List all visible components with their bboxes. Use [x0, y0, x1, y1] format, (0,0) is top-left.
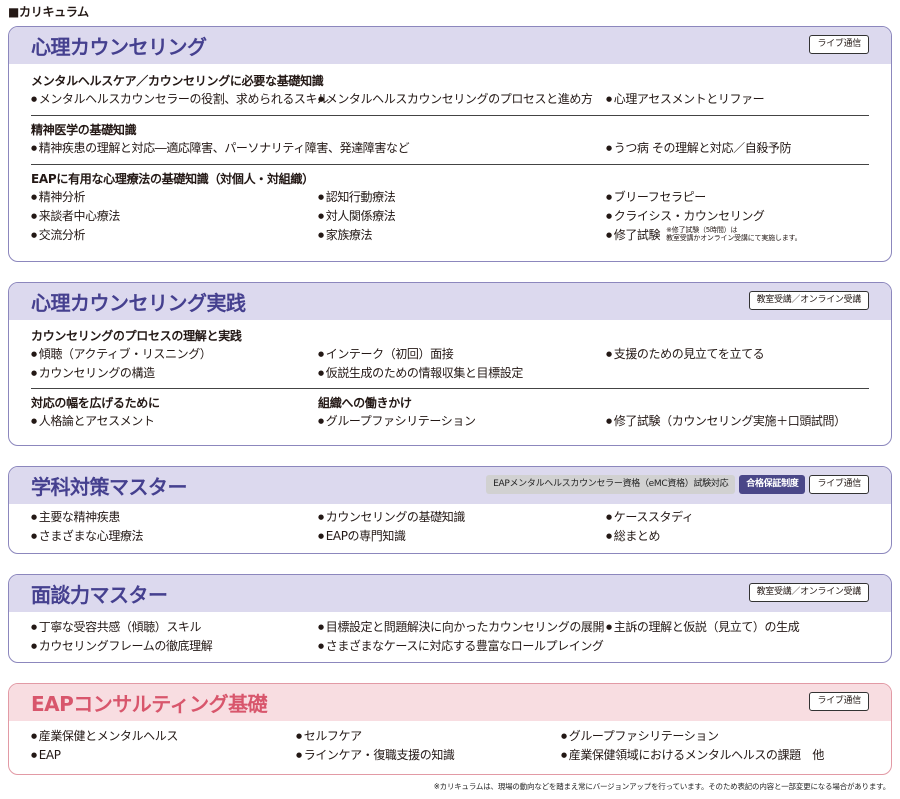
list-row: メンタルヘルスカウンセラーの役割、求められるスキル メンタルヘルスカウンセリング… — [31, 90, 869, 109]
list-row: 主要な精神疾患 カウンセリングの基礎知識 ケーススタディ — [31, 508, 869, 527]
list-item: EAPの専門知識 — [318, 527, 406, 546]
list-item: カウセリングフレームの徹底理解 — [31, 637, 213, 656]
list-item: 修了試験 ※修了試験（5時間）は教室受講かオンライン受講にて実施します。 — [606, 226, 802, 245]
list-row: 来談者中心療法 対人関係療法 クライシス・カウンセリング — [31, 207, 869, 226]
section-heading: メンタルヘルスケア／カウンセリングに必要な基礎知識 — [31, 74, 324, 88]
card-title: EAPコンサルティング基礎 — [31, 692, 268, 716]
exam-support-badge: EAPメンタルヘルスカウンセラー資格（eMC資格）試験対応 — [486, 475, 736, 494]
card-header: 心理カウンセリング実践 教室受講／オンライン受講 — [9, 283, 891, 320]
section-heading: 組織への働きかけ — [318, 396, 412, 410]
list-item: 主訴の理解と仮説（見立て）の生成 — [606, 618, 800, 637]
list-row: カウセリングフレームの徹底理解 さまざまなケースに対応する豊富なロールプレイング — [31, 637, 869, 656]
list-item: 総まとめ — [606, 527, 661, 546]
list-item: EAP — [31, 746, 61, 765]
exam-note-line: 教室受講かオンライン受講にて実施します。 — [666, 234, 802, 242]
list-item: メンタルヘルスカウンセラーの役割、求められるスキル — [31, 90, 329, 109]
card-title: 面談力マスター — [31, 583, 168, 607]
list-item: さまざまな心理療法 — [31, 527, 144, 546]
list-item: うつ病 その理解と対応／自殺予防 — [606, 139, 792, 158]
list-item: ラインケア・復職支援の知識 — [296, 746, 455, 765]
course-card-eap-consulting: EAPコンサルティング基礎 ライブ通信 産業保健とメンタルヘルス セルフケア グ… — [8, 683, 892, 775]
course-card-interview-master: 面談力マスター 教室受講／オンライン受講 丁寧な受容共感（傾聴）スキル 目標設定… — [8, 574, 892, 663]
list-item: カウンセリングの基礎知識 — [318, 508, 466, 527]
list-item: 交流分析 — [31, 226, 86, 245]
exam-note: ※修了試験（5時間）は 教室受講かオンライン受講にて実施します。 — [666, 226, 802, 242]
list-row: 交流分析 家族療法 修了試験 ※修了試験（5時間）は教室受講かオンライン受講にて実… — [31, 226, 869, 245]
list-item: メンタルヘルスカウンセリングのプロセスと進め方 — [318, 90, 593, 109]
list-row: カウンセリングの構造 仮説生成のための情報収集と目標設定 — [31, 364, 869, 383]
list-item: 主要な精神疾患 — [31, 508, 121, 527]
list-item: 支援のための見立てを立てる — [606, 345, 765, 364]
list-item: カウンセリングの構造 — [31, 364, 155, 383]
list-item: 心理アセスメントとリファー — [606, 90, 765, 109]
section-heading: 対応の幅を広げるために — [31, 396, 160, 410]
list-item: 対人関係療法 — [318, 207, 396, 226]
list-item: さまざまなケースに対応する豊富なロールプレイング — [318, 637, 604, 656]
list-item: 産業保健領域におけるメンタルヘルスの課題 他 — [561, 746, 825, 765]
section-heading: EAPに有用な心理療法の基礎知識（対個人・対組織） — [31, 172, 314, 186]
exam-note-line: ※修了試験（5時間）は — [666, 226, 738, 234]
list-row: 傾聴（アクティブ・リスニング） インテーク（初回）面接 支援のための見立てを立て… — [31, 345, 869, 364]
list-item: ケーススタディ — [606, 508, 694, 527]
list-item: 仮説生成のための情報収集と目標設定 — [318, 364, 524, 383]
list-item: グループファシリテーション — [561, 727, 719, 746]
list-item: 来談者中心療法 — [31, 207, 121, 226]
list-item: クライシス・カウンセリング — [606, 207, 765, 226]
list-row: 精神分析 認知行動療法 ブリーフセラピー — [31, 188, 869, 207]
list-item: 精神疾患の理解と対応―適応障害、パーソナリティ障害、発達障害など — [31, 139, 410, 158]
card-header: EAPコンサルティング基礎 ライブ通信 — [9, 684, 891, 721]
list-row: 産業保健とメンタルヘルス セルフケア グループファシリテーション — [31, 727, 869, 746]
list-item: 傾聴（アクティブ・リスニング） — [31, 345, 212, 364]
list-item: 丁寧な受容共感（傾聴）スキル — [31, 618, 202, 637]
list-item: セルフケア — [296, 727, 362, 746]
list-item: 修了試験（カウンセリング実施＋口頭試問） — [606, 412, 846, 431]
delivery-badge: 教室受講／オンライン受講 — [748, 291, 869, 310]
list-item: 精神分析 — [31, 188, 86, 207]
list-row: 丁寧な受容共感（傾聴）スキル 目標設定と問題解決に向かったカウンセリングの展開 … — [31, 618, 869, 637]
footnote: ※カリキュラムは、現場の動向などを踏まえ常にバージョンアップを行っています。その… — [433, 782, 891, 791]
section-heading: 精神医学の基礎知識 — [31, 123, 137, 137]
card-header: 面談力マスター 教室受講／オンライン受講 — [9, 575, 891, 612]
card-header: 学科対策マスター EAPメンタルヘルスカウンセラー資格（eMC資格）試験対応 合… — [9, 467, 891, 504]
list-item: 産業保健とメンタルヘルス — [31, 727, 179, 746]
pass-guarantee-badge: 合格保証制度 — [739, 475, 806, 494]
card-title: 心理カウンセリング実践 — [31, 291, 246, 315]
course-card-exam-master: 学科対策マスター EAPメンタルヘルスカウンセラー資格（eMC資格）試験対応 合… — [8, 466, 892, 554]
page-heading: ■カリキュラム — [8, 5, 89, 19]
delivery-badge: ライブ通信 — [809, 475, 869, 494]
list-item: グループファシリテーション — [318, 412, 476, 431]
card-header: 心理カウンセリング ライブ通信 — [9, 27, 891, 64]
delivery-badge: 教室受講／オンライン受講 — [748, 583, 869, 602]
list-row: EAP ラインケア・復職支援の知識 産業保健領域におけるメンタルヘルスの課題 他 — [31, 746, 869, 765]
list-item: インテーク（初回）面接 — [318, 345, 454, 364]
delivery-badge: ライブ通信 — [809, 35, 869, 54]
course-card-psych-counseling: 心理カウンセリング ライブ通信 メンタルヘルスケア／カウンセリングに必要な基礎知… — [8, 26, 892, 262]
delivery-badge: ライブ通信 — [809, 692, 869, 711]
list-row: 精神疾患の理解と対応―適応障害、パーソナリティ障害、発達障害など うつ病 その理… — [31, 139, 869, 158]
course-card-counseling-practice: 心理カウンセリング実践 教室受講／オンライン受講 カウンセリングのプロセスの理解… — [8, 282, 892, 446]
list-item: 認知行動療法 — [318, 188, 396, 207]
list-item: 人格論とアセスメント — [31, 412, 155, 431]
list-row: 人格論とアセスメント グループファシリテーション 修了試験（カウンセリング実施＋… — [31, 412, 869, 431]
section-heading-row: 対応の幅を広げるために 組織への働きかけ — [31, 394, 869, 412]
list-item: 家族療法 — [318, 226, 373, 245]
section-heading: カウンセリングのプロセスの理解と実践 — [31, 329, 242, 343]
list-row: さまざまな心理療法 EAPの専門知識 総まとめ — [31, 527, 869, 546]
card-title: 心理カウンセリング — [31, 35, 207, 59]
card-title: 学科対策マスター — [31, 475, 188, 499]
list-item: ブリーフセラピー — [606, 188, 706, 207]
exam-label: 修了試験 — [613, 228, 661, 242]
list-item: 目標設定と問題解決に向かったカウンセリングの展開 — [318, 618, 605, 637]
